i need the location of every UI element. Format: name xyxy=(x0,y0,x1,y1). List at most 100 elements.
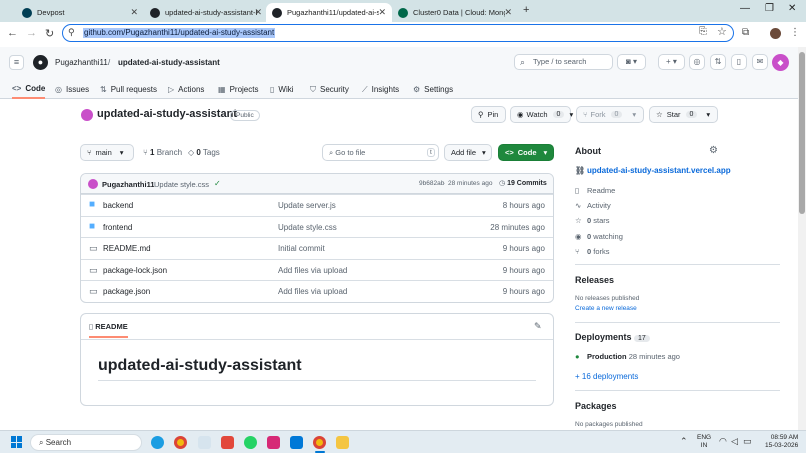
file-name[interactable]: package.json xyxy=(103,287,150,296)
code-button[interactable]: <> Code ▾ xyxy=(498,144,554,161)
tab-settings[interactable]: ⚙ Settings xyxy=(413,80,453,99)
scrollbar-thumb[interactable] xyxy=(799,52,805,214)
instagram-icon[interactable] xyxy=(267,436,280,449)
store-icon[interactable] xyxy=(221,436,234,449)
menu-icon[interactable]: ≡ xyxy=(9,55,24,70)
file-name[interactable]: backend xyxy=(103,201,133,210)
copilot-button[interactable]: ◙ ▾ xyxy=(617,54,646,70)
pull-requests-button[interactable]: ⇅ xyxy=(710,54,726,70)
file-commit-message[interactable]: Update style.css xyxy=(278,223,337,232)
chrome-icon[interactable] xyxy=(174,436,187,449)
readme-link[interactable]: ▯ Readme xyxy=(575,186,615,195)
bookmark-star-icon[interactable]: ☆ xyxy=(717,25,727,38)
chrome-active-icon[interactable] xyxy=(313,436,326,449)
reload-icon[interactable]: ↻ xyxy=(45,27,54,40)
create-new-button[interactable]: + ▾ xyxy=(658,54,685,70)
paint-icon[interactable] xyxy=(198,436,211,449)
user-avatar[interactable]: ◆ xyxy=(772,54,789,71)
tab-projects[interactable]: ▦ Projects xyxy=(218,80,258,99)
system-clock[interactable]: 08:59 AM 15-03-2026 xyxy=(765,434,798,450)
table-row[interactable]: ▭ README.md Initial commit 9 hours ago xyxy=(81,237,553,259)
edit-pencil-icon[interactable]: ✎ xyxy=(534,321,542,332)
tab-issues[interactable]: ◎ Issues xyxy=(55,80,89,99)
table-row[interactable]: ■ frontend Update style.css 28 minutes a… xyxy=(81,215,553,238)
back-icon[interactable]: ← xyxy=(7,27,18,39)
url-text[interactable]: github.com/Pugazhanthi11/updated-ai-stud… xyxy=(83,28,276,38)
install-app-icon[interactable]: ⎘ xyxy=(699,26,707,37)
battery-icon[interactable]: ▭ xyxy=(743,436,752,447)
address-bar[interactable]: ⚲ github.com/Pugazhanthi11/updated-ai-st… xyxy=(62,24,734,42)
restore-icon[interactable]: ❐ xyxy=(765,3,774,14)
notifications-button[interactable]: ✉ xyxy=(752,54,768,70)
branch-select[interactable]: ⑂ main ▾ xyxy=(80,144,134,161)
stars-link[interactable]: ☆ 0 stars xyxy=(575,216,610,225)
file-explorer-icon[interactable] xyxy=(336,436,349,449)
close-icon[interactable]: ✕ xyxy=(130,7,138,18)
commit-hash[interactable]: 9b682ab xyxy=(419,180,444,187)
file-name[interactable]: README.md xyxy=(103,244,151,253)
wifi-icon[interactable]: ◠ xyxy=(719,436,727,447)
deployments-heading[interactable]: Deployments 17 xyxy=(575,332,650,342)
minimize-icon[interactable]: — xyxy=(740,3,750,14)
tags-link[interactable]: ◇ 0 Tags xyxy=(188,148,220,157)
activity-link[interactable]: ∿ Activity xyxy=(575,201,611,210)
tab-wiki[interactable]: ▯ Wiki xyxy=(270,80,294,99)
tab-insights[interactable]: ⟋ Insights xyxy=(362,80,399,99)
file-commit-message[interactable]: Initial commit xyxy=(278,244,325,253)
file-commit-message[interactable]: Update server.js xyxy=(278,201,336,210)
tab-code[interactable]: <> Code xyxy=(12,80,46,99)
breadcrumb-repo[interactable]: updated-ai-study-assistant xyxy=(118,58,220,67)
profile-avatar[interactable] xyxy=(770,28,781,39)
watch-button[interactable]: ◉ Watch 0 ▾ xyxy=(510,106,573,123)
issues-button[interactable]: ◎ xyxy=(689,54,705,70)
site-info-icon[interactable]: ⚲ xyxy=(68,27,75,38)
go-to-file-input[interactable]: ⌕ Go to file t xyxy=(322,144,439,161)
website-link[interactable]: ⛓ updated-ai-study-assistant.vercel.app xyxy=(575,166,731,175)
table-row[interactable]: ▭ package-lock.json Add files via upload… xyxy=(81,258,553,281)
readme-tab[interactable]: ▯ README xyxy=(89,314,128,338)
whatsapp-icon[interactable] xyxy=(244,436,257,449)
forward-icon[interactable]: → xyxy=(26,27,37,39)
fork-button[interactable]: ⑂ Fork 0 ▾ xyxy=(576,106,644,123)
star-button[interactable]: ☆ Star 0 ▾ xyxy=(649,106,718,123)
chevron-up-icon[interactable]: ⌃ xyxy=(680,436,688,447)
commit-author[interactable]: Pugazhanthi11 xyxy=(102,180,155,189)
production-deployment[interactable]: ● Production 28 minutes ago xyxy=(575,352,680,361)
windows-start-icon[interactable] xyxy=(11,436,23,448)
volume-icon[interactable]: ◁ xyxy=(731,436,738,447)
forks-link[interactable]: ⑂ 0 forks xyxy=(575,247,610,256)
more-deployments-link[interactable]: + 16 deployments xyxy=(575,372,638,381)
gear-icon[interactable]: ⚙ xyxy=(709,145,718,156)
browser-menu-icon[interactable]: ⋮ xyxy=(790,27,800,38)
add-file-button[interactable]: Add file ▾ xyxy=(444,144,492,161)
packages-heading[interactable]: Packages xyxy=(575,401,617,411)
releases-heading[interactable]: Releases xyxy=(575,275,614,285)
browser-tab-github[interactable]: Pugazhanthi11/updated-ai-stud ✕ xyxy=(266,3,392,22)
language-indicator[interactable]: ENG IN xyxy=(697,434,711,450)
browser-tab-vercel[interactable]: updated-ai-study-assistant-ba ✕ xyxy=(144,3,268,22)
check-icon[interactable]: ✓ xyxy=(214,179,221,188)
watching-link[interactable]: ◉ 0 watching xyxy=(575,232,623,241)
tab-security[interactable]: ⛉ Security xyxy=(310,80,349,99)
file-name[interactable]: frontend xyxy=(103,223,132,232)
close-icon[interactable]: ✕ xyxy=(378,7,386,18)
commit-message[interactable]: Update style.css xyxy=(154,180,209,189)
table-row[interactable]: ■ backend Update server.js 8 hours ago xyxy=(81,194,553,216)
new-tab-button[interactable]: + xyxy=(523,4,529,16)
close-window-icon[interactable]: ✕ xyxy=(788,3,796,14)
create-release-link[interactable]: Create a new release xyxy=(575,305,637,312)
file-name[interactable]: package-lock.json xyxy=(103,266,167,275)
tab-actions[interactable]: ▷ Actions xyxy=(168,80,204,99)
pin-button[interactable]: ⚲ Pin xyxy=(471,106,506,123)
browser-tab-mongodb[interactable]: Cluster0 Data | Cloud: MongoD ✕ xyxy=(392,3,518,22)
search-input[interactable]: ⌕ Type / to search xyxy=(514,54,613,70)
close-icon[interactable]: ✕ xyxy=(254,7,262,18)
close-icon[interactable]: ✕ xyxy=(504,7,512,18)
file-commit-message[interactable]: Add files via upload xyxy=(278,266,347,275)
repositories-button[interactable]: ▯ xyxy=(731,54,747,70)
vscode-icon[interactable] xyxy=(290,436,303,449)
repo-title[interactable]: updated-ai-study-assistant xyxy=(97,108,237,120)
browser-tab-devpost[interactable]: Devpost ✕ xyxy=(16,3,144,22)
tab-pull-requests[interactable]: ⇅ Pull requests xyxy=(100,80,157,99)
edge-icon[interactable] xyxy=(151,436,164,449)
